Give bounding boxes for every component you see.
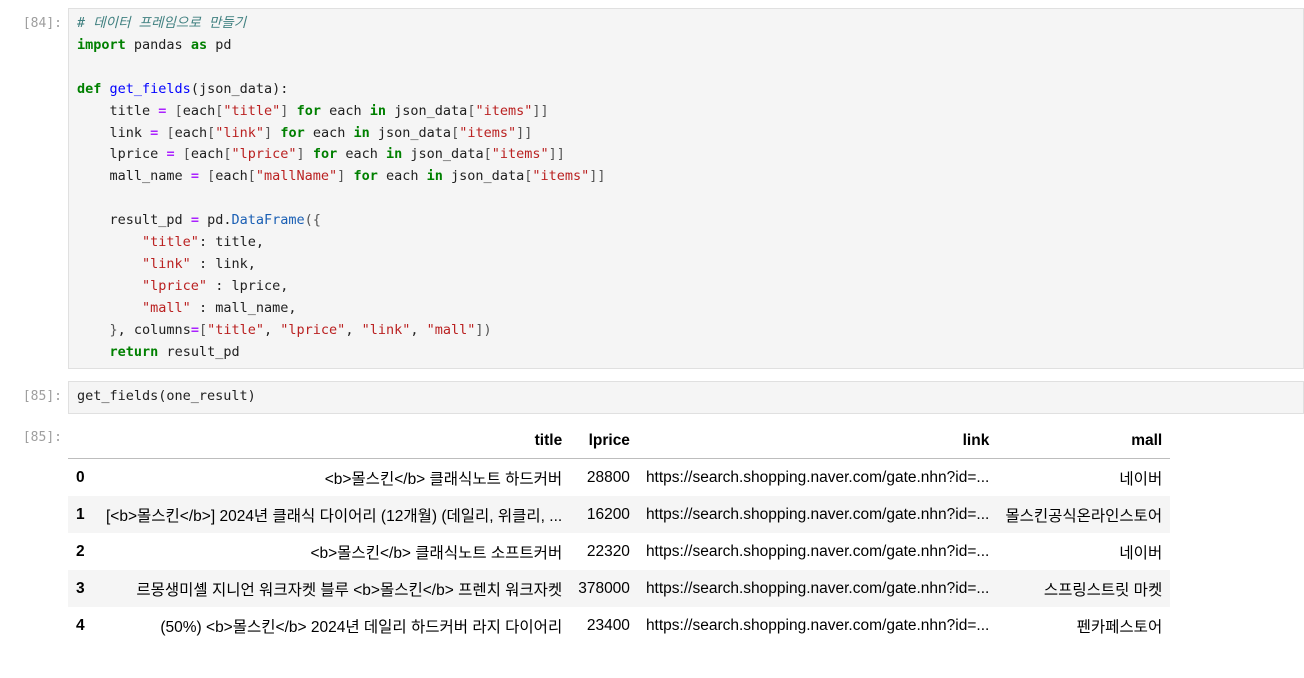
column-header-lprice: lprice (570, 424, 638, 459)
row-index: 1 (76, 505, 85, 523)
table-row: 0 <b>몰스킨</b> 클래식노트 하드커버 28800 https://se… (68, 459, 1170, 497)
column-header-link: link (637, 424, 998, 459)
cell-lprice: 23400 (586, 616, 630, 634)
cell-mall: 스프링스트릿 마켓 (1043, 581, 1163, 599)
code-editor[interactable]: # 데이터 프레임으로 만들기 import pandas as pd def … (68, 8, 1304, 369)
table-row: 4 (50%) <b>몰스킨</b> 2024년 데일리 하드커버 라지 다이어… (68, 607, 1170, 644)
code-editor[interactable]: get_fields(one_result) (68, 381, 1304, 414)
column-header-mall: mall (997, 424, 1171, 459)
code-text[interactable]: get_fields(one_result) (69, 382, 1303, 412)
cell-prompt: [84]: (22, 16, 62, 31)
table-row: 3 르몽생미셸 지니언 워크자켓 블루 <b>몰스킨</b> 프렌치 워크자켓 … (68, 570, 1171, 607)
table-header-row: title lprice link mall (68, 424, 1171, 459)
cell-title: <b>몰스킨</b> 클래식노트 소프트커버 (310, 544, 563, 562)
cell-title: 르몽생미셸 지니언 워크자켓 블루 <b>몰스킨</b> 프렌치 워크자켓 (136, 581, 563, 599)
row-index: 2 (76, 542, 85, 560)
cell-link: https://search.shopping.naver.com/gate.n… (645, 616, 990, 634)
output-prompt: [85]: (22, 430, 62, 445)
cell-prompt: [85]: (22, 389, 62, 404)
cell-link: https://search.shopping.naver.com/gate.n… (645, 579, 990, 597)
code-text[interactable]: # 데이터 프레임으로 만들기 import pandas as pd def … (69, 9, 1303, 368)
function-name: get_fields (109, 80, 191, 97)
cell-lprice: 28800 (586, 468, 630, 486)
cell-title: (50%) <b>몰스킨</b> 2024년 데일리 하드커버 라지 다이어리 (160, 618, 563, 636)
index-header (68, 424, 98, 459)
table-row: 2 <b>몰스킨</b> 클래식노트 소프트커버 22320 https://s… (68, 533, 1170, 570)
cell-mall: 펜카페스토어 (1076, 618, 1163, 636)
cell-link: https://search.shopping.naver.com/gate.n… (645, 468, 990, 486)
cell-mall: 몰스킨공식온라인스토어 (1005, 507, 1163, 525)
cell-title: [<b>몰스킨</b>] 2024년 클래식 다이어리 (12개월) (데일리,… (106, 507, 563, 525)
table-row: 1 [<b>몰스킨</b>] 2024년 클래식 다이어리 (12개월) (데일… (68, 496, 1171, 533)
code-comment: # 데이터 프레임으로 만들기 (77, 15, 247, 31)
row-index: 4 (76, 616, 85, 634)
row-index: 3 (76, 579, 85, 597)
cell-title: <b>몰스킨</b> 클래식노트 하드커버 (324, 470, 563, 488)
dataframe-output: title lprice link mall 0 <b>몰스킨</b> 클래식노… (68, 424, 1171, 644)
row-index: 0 (76, 468, 85, 486)
cell-lprice: 22320 (586, 542, 630, 560)
cell-mall: 네이버 (1119, 544, 1163, 562)
cell-mall: 네이버 (1119, 470, 1163, 488)
cell-lprice: 378000 (578, 579, 630, 597)
cell-link: https://search.shopping.naver.com/gate.n… (645, 505, 990, 523)
cell-link: https://search.shopping.naver.com/gate.n… (645, 542, 990, 560)
column-header-title: title (98, 424, 571, 459)
cell-lprice: 16200 (586, 505, 630, 523)
